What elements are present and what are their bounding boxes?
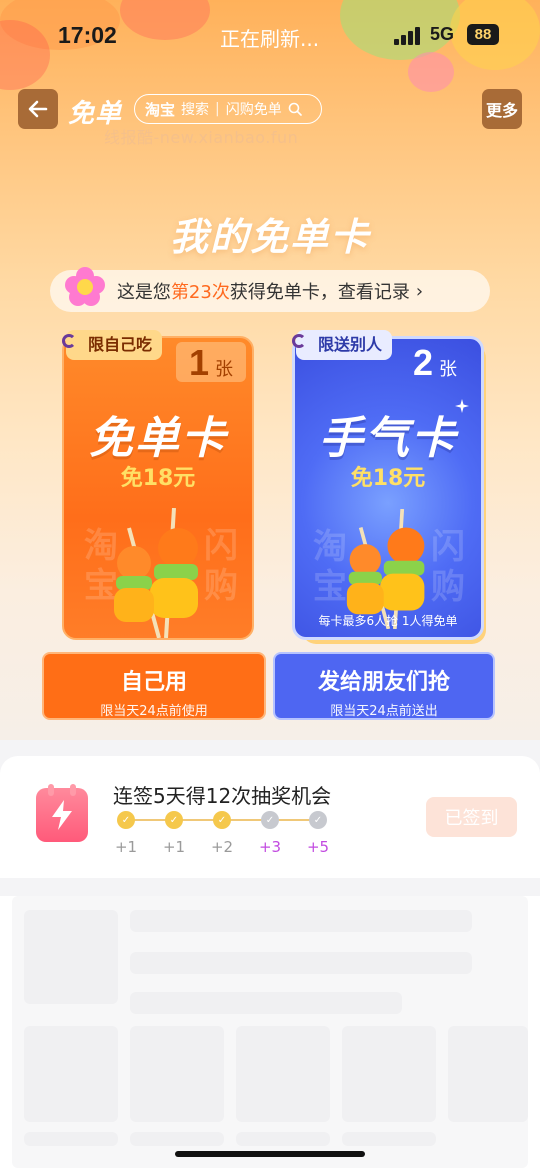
card-tag-label: 限送别人 xyxy=(318,335,383,354)
use-self-button[interactable]: 自己用 限当天24点前使用 xyxy=(42,652,266,720)
search-hint: 闪购免单 xyxy=(225,102,282,118)
signal-icon xyxy=(394,27,424,45)
card-count-unit: 张 xyxy=(439,359,458,380)
record-prefix: 这是您 xyxy=(116,282,171,303)
flower-icon xyxy=(65,267,105,306)
action-sublabel: 限当天24点前使用 xyxy=(100,704,208,719)
skeleton-line xyxy=(236,1132,330,1146)
card-tag-self: 限自己吃 xyxy=(62,330,163,360)
record-link[interactable]: 这是您 第23次 获得免单卡，查看记录 › xyxy=(50,270,490,312)
search-icon xyxy=(288,102,302,116)
card-count: 2 xyxy=(412,342,434,383)
search-label: 搜索 xyxy=(181,102,210,118)
skeleton-line xyxy=(130,1132,224,1146)
battery-icon: 88 xyxy=(467,24,499,45)
more-button[interactable]: 更多 xyxy=(482,89,522,129)
checked-day-icon: ✓ xyxy=(213,811,231,829)
send-friends-button[interactable]: 发给朋友们抢 限当天24点前送出 xyxy=(273,652,495,720)
watermark-text: 线报酷-new.xianbao.fun xyxy=(104,128,299,147)
pending-day-icon: ✓ xyxy=(309,811,327,829)
checked-day-icon: ✓ xyxy=(117,811,135,829)
card-tag-label: 限自己吃 xyxy=(88,335,153,354)
skeleton-block xyxy=(24,910,118,1004)
skeleton-block xyxy=(130,1026,224,1122)
skeleton-line xyxy=(342,1132,436,1146)
card-tag-gift: 限送别人 xyxy=(292,330,393,360)
status-time: 17:02 xyxy=(58,22,117,48)
hook-icon xyxy=(62,334,76,348)
card-count-unit: 张 xyxy=(215,359,234,380)
card-amount: 免18元 xyxy=(350,466,426,491)
skewer-food-icon xyxy=(346,509,425,629)
card-name: 免单卡 xyxy=(89,413,227,464)
record-suffix: 获得免单卡，查看记录 xyxy=(229,282,410,303)
refresh-status: 正在刷新... xyxy=(220,27,320,51)
skeleton-line xyxy=(24,1132,118,1146)
skeleton-block xyxy=(236,1026,330,1122)
action-sublabel: 限当天24点前送出 xyxy=(330,704,438,719)
skeleton-line xyxy=(130,992,402,1014)
card-rule-note: 每卡最多6人抢 1人得免单 xyxy=(318,614,458,628)
skeleton-line xyxy=(130,910,472,932)
signed-in-button[interactable]: 已签到 xyxy=(426,797,517,837)
skeleton-block xyxy=(342,1026,436,1122)
skeleton-line xyxy=(130,952,472,974)
card-count-badge: 1 张 xyxy=(176,342,246,383)
day-reward-label: +3 xyxy=(258,838,282,856)
back-arrow-icon xyxy=(28,100,48,118)
chevron-right-icon: › xyxy=(415,280,424,302)
status-bar: 17:02 正在刷新... 5G 88 xyxy=(0,0,540,70)
signin-title: 连签5天得12次抽奖机会 xyxy=(113,784,332,808)
search-bar[interactable]: 淘宝 搜索 | 闪购免单 xyxy=(134,94,322,124)
day-reward-label: +1 xyxy=(114,838,138,856)
back-button[interactable] xyxy=(18,89,58,129)
record-count: 第23次 xyxy=(170,282,230,303)
day-reward-label: +2 xyxy=(210,838,234,856)
search-divider: | xyxy=(215,101,220,117)
calendar-lightning-icon xyxy=(36,784,88,842)
search-brand: 淘宝 xyxy=(145,100,176,119)
action-label: 自己用 xyxy=(120,670,187,695)
loading-skeleton xyxy=(0,896,540,1168)
hook-icon xyxy=(292,334,306,348)
home-indicator[interactable] xyxy=(175,1151,365,1157)
card-count: 1 xyxy=(188,342,210,383)
action-label: 发给朋友们抢 xyxy=(317,670,450,695)
network-type: 5G xyxy=(430,24,455,44)
day-reward-label: +1 xyxy=(162,838,186,856)
skeleton-block xyxy=(24,1026,118,1122)
skewer-food-icon xyxy=(114,508,198,638)
hero-title: 我的免单卡 xyxy=(169,215,370,259)
checked-day-icon: ✓ xyxy=(165,811,183,829)
skeleton-block xyxy=(448,1026,528,1122)
pending-day-icon: ✓ xyxy=(261,811,279,829)
card-count-badge: 2 张 xyxy=(400,342,470,383)
day-reward-label: +5 xyxy=(306,838,330,856)
card-amount: 免18元 xyxy=(120,466,196,491)
card-name: 手气卡 xyxy=(319,413,457,464)
